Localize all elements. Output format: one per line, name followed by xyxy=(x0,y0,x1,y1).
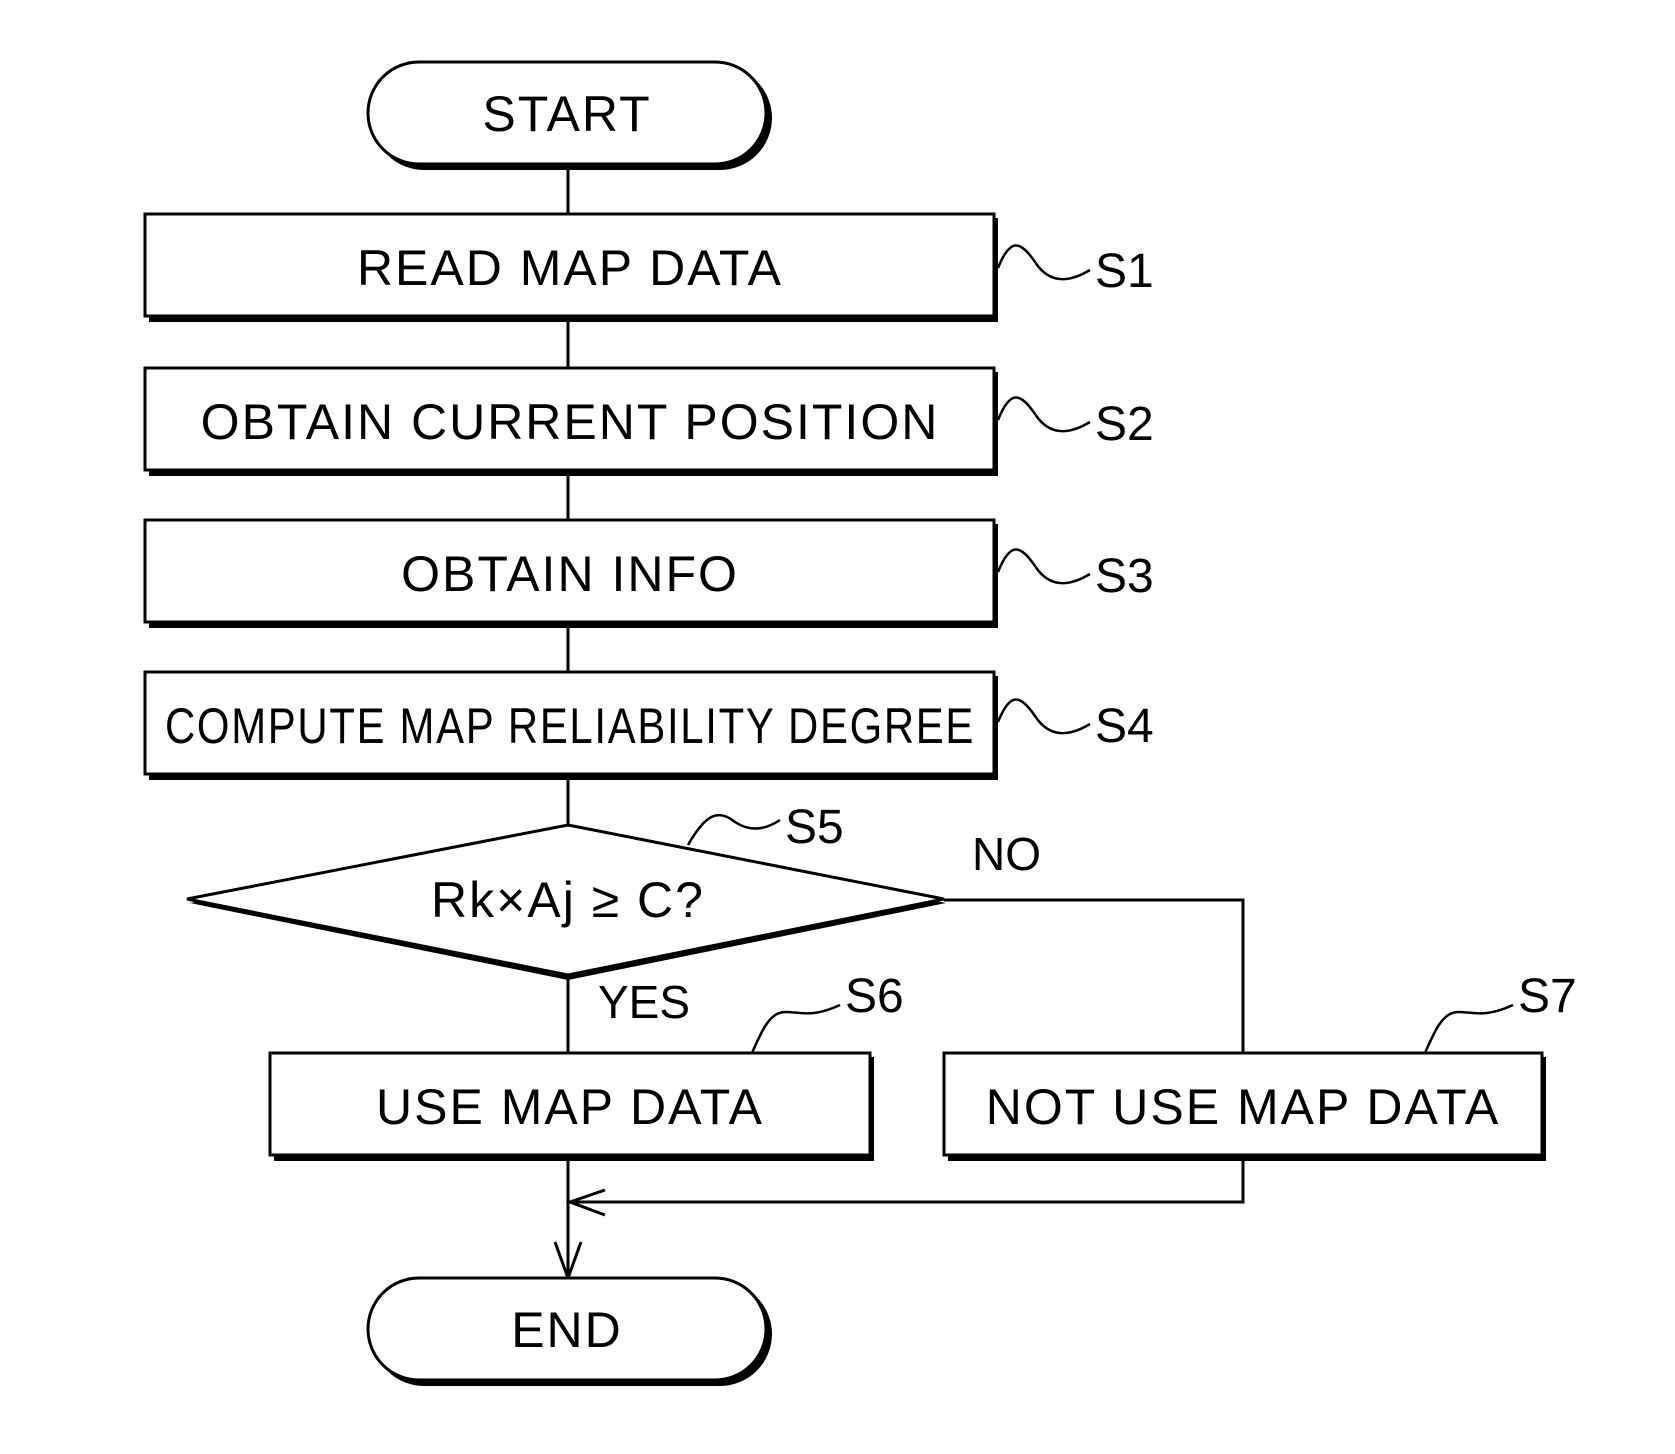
leader-line-s6 xyxy=(750,1003,841,1054)
step-s1-box: READ MAP DATA xyxy=(143,212,998,322)
start-terminal: START xyxy=(366,60,772,170)
leader-line-s2 xyxy=(996,396,1091,433)
step-s5-id: S5 xyxy=(785,801,844,854)
step-s6-box: USE MAP DATA xyxy=(268,1051,874,1161)
step-s1-id: S1 xyxy=(1095,245,1154,298)
step-s2-label: OBTAIN CURRENT POSITION xyxy=(201,394,940,450)
step-s3-id: S3 xyxy=(1095,550,1154,603)
step-s4-id: S4 xyxy=(1095,700,1154,753)
leader-line-s1 xyxy=(996,244,1091,281)
step-s3-box: OBTAIN INFO xyxy=(143,518,998,628)
leader-line-s4 xyxy=(996,698,1091,735)
end-label: END xyxy=(511,1302,623,1358)
step-s4-box: COMPUTE MAP RELIABILITY DEGREE xyxy=(143,670,998,780)
step-s1-label: READ MAP DATA xyxy=(357,240,783,296)
leader-line-s3 xyxy=(996,548,1091,585)
step-s6-label: USE MAP DATA xyxy=(376,1079,764,1135)
end-terminal: END xyxy=(366,1276,772,1386)
step-s2-box: OBTAIN CURRENT POSITION xyxy=(143,366,998,476)
connector-s5-s7 xyxy=(944,898,1245,1053)
step-s7-label: NOT USE MAP DATA xyxy=(986,1079,1501,1135)
step-s6-id: S6 xyxy=(845,970,904,1023)
step-s2-id: S2 xyxy=(1095,398,1154,451)
step-s7-box: NOT USE MAP DATA xyxy=(942,1051,1546,1161)
flowchart: START READ MAP DATA S1 OBTAIN CURRENT PO… xyxy=(143,60,1577,1386)
connector-s7-merge xyxy=(570,1159,1245,1204)
decision-s5-label: Rk×Aj ≥ C? xyxy=(431,872,705,928)
step-s4-label: COMPUTE MAP RELIABILITY DEGREE xyxy=(165,698,975,754)
start-label: START xyxy=(482,86,651,142)
step-s3-label: OBTAIN INFO xyxy=(401,546,739,602)
leader-line-s7 xyxy=(1423,1003,1514,1054)
no-branch-label: NO xyxy=(972,828,1041,880)
leader-line-s5 xyxy=(686,813,781,846)
yes-branch-label: YES xyxy=(598,976,690,1028)
step-s7-id: S7 xyxy=(1518,970,1577,1023)
